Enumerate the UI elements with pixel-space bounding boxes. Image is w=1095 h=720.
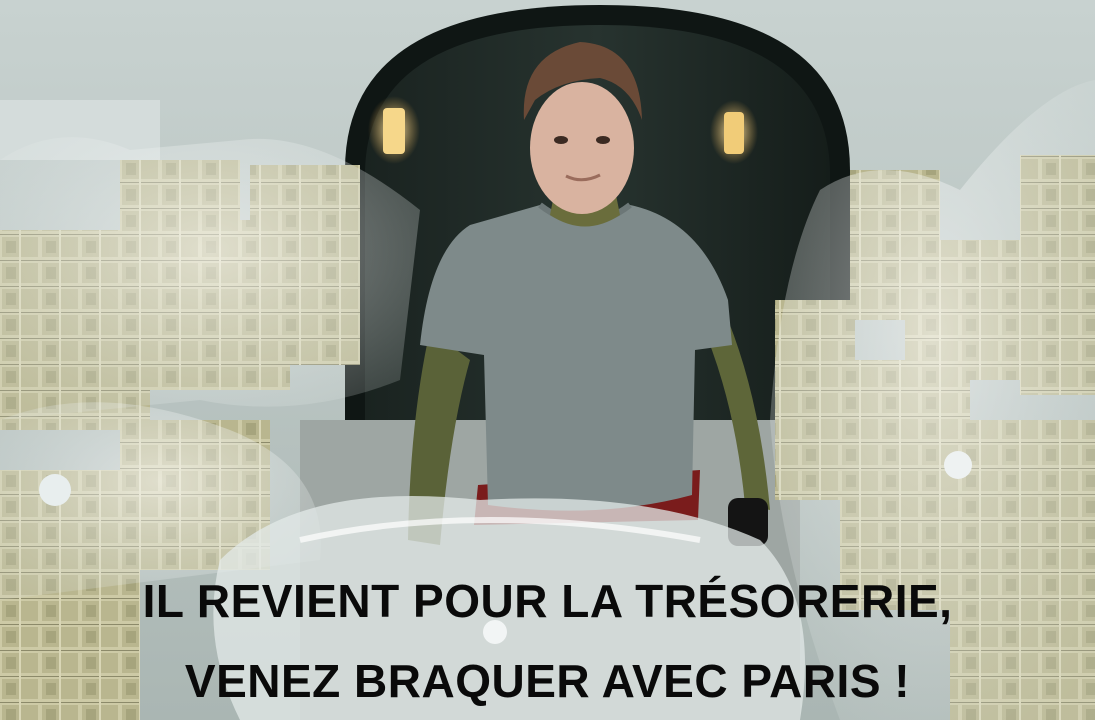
meme-caption-line-1: IL REVIENT POUR LA TRÉSORERIE, [142,575,953,627]
face [530,82,634,214]
meme-caption-line-2: VENEZ BRAQUER AVEC PARIS ! [184,655,911,707]
